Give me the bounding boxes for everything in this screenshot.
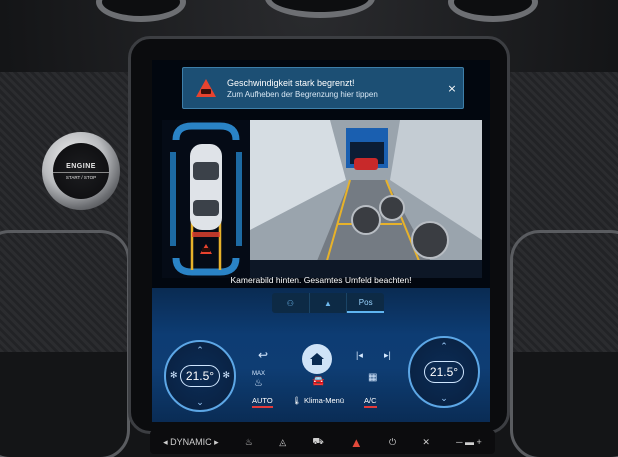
right-temperature-value: 21.5°: [424, 361, 464, 383]
tab-bird-view[interactable]: ⚇: [272, 293, 310, 313]
left-temperature-dial[interactable]: ⌃ ✻ 21.5° ✻ ⌄: [164, 340, 236, 412]
fan-icon: ✻: [170, 371, 178, 381]
rear-defrost-icon[interactable]: ▦: [368, 372, 377, 383]
door-trim-right: [510, 230, 618, 457]
door-trim-left: [0, 230, 130, 457]
tab-pos-label: Pos: [358, 297, 373, 307]
fan-icon: ✻: [222, 371, 230, 381]
view-person-icon: ▲: [324, 298, 332, 308]
speed-limit-notification[interactable]: Geschwindigkeit stark begrenzt! Zum Aufh…: [182, 67, 464, 109]
max-defrost-label: MAX: [252, 371, 266, 377]
hazard-icon[interactable]: ▲: [350, 435, 363, 450]
ac-button[interactable]: A/C: [364, 396, 377, 408]
tab-pos-view[interactable]: Pos: [347, 293, 385, 313]
temp-up-icon[interactable]: ⌃: [440, 342, 448, 352]
rear-camera-view: [250, 120, 482, 278]
parking-camera-panel: [162, 120, 482, 278]
infotainment-screen: Geschwindigkeit stark begrenzt! Zum Aufh…: [152, 60, 490, 422]
right-temperature-dial[interactable]: ⌃ 21.5° ⌄: [408, 336, 480, 408]
home-icon: [310, 353, 324, 365]
seat-heat-icon[interactable]: ♨: [254, 378, 263, 389]
view-bird-icon: ⚇: [286, 298, 294, 308]
temp-down-icon[interactable]: ⌄: [440, 394, 448, 404]
seat-heat-icon[interactable]: ♨: [245, 437, 253, 448]
notification-subtitle: Zum Aufheben der Begrenzung hier tippen: [227, 89, 378, 99]
back-icon[interactable]: ↩: [258, 348, 268, 362]
klima-menu-button[interactable]: Klima-Menü: [304, 396, 344, 405]
car-icon[interactable]: ⛟: [312, 436, 323, 448]
power-icon[interactable]: ⏻: [389, 437, 396, 448]
engine-button-label: ENGINE: [66, 162, 96, 170]
volume-icon[interactable]: ─ ▬ +: [456, 437, 482, 447]
thermometer-icon: 🌡: [292, 396, 302, 405]
defrost-icon[interactable]: ◬: [279, 437, 286, 448]
rear-camera-image: [250, 120, 482, 278]
mute-icon[interactable]: ✕: [422, 437, 430, 448]
close-icon[interactable]: ×: [441, 82, 463, 95]
temp-down-icon[interactable]: ⌄: [196, 398, 204, 408]
camera-view-tabs: ⚇ ▲ Pos: [272, 293, 385, 313]
hardware-button-bar: ◂ DYNAMIC ▸ ♨ ◬ ⛟ ▲ ⏻ ✕ ─ ▬ +: [150, 430, 495, 454]
drive-mode-switch[interactable]: ◂ DYNAMIC ▸: [163, 437, 219, 448]
next-track-icon[interactable]: ▸|: [384, 350, 391, 361]
engine-button-sublabel: START / STOP: [53, 171, 109, 180]
auto-button[interactable]: AUTO: [252, 396, 273, 408]
camera-status-text: Kamerabild hinten. Gesamtes Umfeld beach…: [230, 275, 412, 285]
engine-start-stop-button[interactable]: ENGINE START / STOP: [42, 132, 120, 210]
warning-icon: [195, 78, 217, 98]
notification-title: Geschwindigkeit stark begrenzt!: [227, 77, 355, 88]
previous-track-icon[interactable]: |◂: [356, 350, 363, 361]
home-button[interactable]: [302, 344, 332, 374]
car-icon[interactable]: 🚘: [312, 376, 324, 387]
temp-up-icon[interactable]: ⌃: [196, 346, 204, 356]
top-view-car-icon: [170, 122, 242, 276]
top-view-panel: [162, 120, 250, 278]
left-temperature-value: 21.5°: [180, 365, 220, 387]
tab-person-view[interactable]: ▲: [310, 293, 348, 313]
